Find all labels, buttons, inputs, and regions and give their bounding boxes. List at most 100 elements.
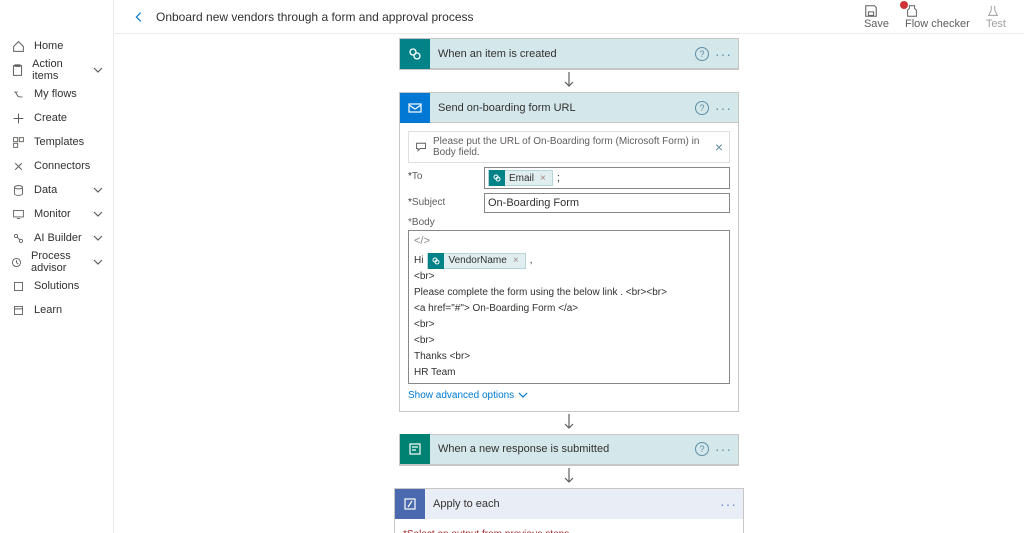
process-advisor-icon xyxy=(10,256,23,269)
sidebar-item-label: Connectors xyxy=(34,160,90,172)
sidebar-item-label: Monitor xyxy=(34,208,71,220)
sidebar-item-ai-builder[interactable]: AI Builder xyxy=(0,226,113,250)
sidebar-item-label: Action items xyxy=(32,58,85,82)
sidebar-item-home[interactable]: Home xyxy=(0,34,113,58)
apply-to-each-icon xyxy=(395,489,425,519)
step-when-item-created[interactable]: When an item is created ? ··· xyxy=(399,38,739,70)
comment-icon xyxy=(415,141,427,153)
body-line: HR Team xyxy=(414,365,724,381)
flow-checker-label: Flow checker xyxy=(905,18,970,30)
sidebar-item-process-advisor[interactable]: Process advisor xyxy=(0,250,113,274)
sidebar-item-my-flows[interactable]: My flows xyxy=(0,82,113,106)
step-title: When an item is created xyxy=(430,48,557,60)
save-button[interactable]: Save xyxy=(864,4,889,30)
more-icon[interactable]: ··· xyxy=(715,442,732,456)
more-icon[interactable]: ··· xyxy=(715,47,732,61)
sidebar-item-connectors[interactable]: Connectors xyxy=(0,154,113,178)
body-line: Thanks <br> xyxy=(414,349,724,365)
flow-arrow xyxy=(561,466,577,488)
token-remove-icon[interactable]: × xyxy=(511,253,521,269)
chevron-down-icon xyxy=(93,209,103,219)
clipboard-icon xyxy=(10,64,24,77)
step-title: Apply to each xyxy=(425,498,500,510)
sidebar-item-label: Process advisor xyxy=(31,250,85,274)
sidebar-item-label: Learn xyxy=(34,304,62,316)
sidebar: Home Action items My flows Create Templa… xyxy=(0,0,114,533)
back-arrow-icon[interactable] xyxy=(132,10,146,24)
sidebar-item-solutions[interactable]: Solutions xyxy=(0,274,113,298)
info-banner: Please put the URL of On-Boarding form (… xyxy=(408,131,730,163)
sidebar-item-learn[interactable]: Learn xyxy=(0,298,113,322)
chevron-down-icon xyxy=(93,257,103,267)
subject-value: On-Boarding Form xyxy=(488,197,579,209)
body-line: <a href="#"> On-Boarding Form </a> xyxy=(414,301,724,317)
sidebar-item-templates[interactable]: Templates xyxy=(0,130,113,154)
connectors-icon xyxy=(10,160,26,173)
sidebar-item-label: AI Builder xyxy=(34,232,82,244)
flow-arrow xyxy=(561,412,577,434)
more-icon[interactable]: ··· xyxy=(720,496,737,512)
help-icon[interactable]: ? xyxy=(695,47,709,61)
sidebar-item-label: Solutions xyxy=(34,280,79,292)
body-line: <br> xyxy=(414,333,724,349)
token-remove-icon[interactable]: × xyxy=(538,173,548,184)
body-editor[interactable]: </> Hi VendorName × , <br> xyxy=(408,230,730,384)
learn-icon xyxy=(10,304,26,317)
sidebar-item-label: My flows xyxy=(34,88,77,100)
step-title: Send on-boarding form URL xyxy=(430,102,576,114)
outlook-icon xyxy=(400,93,430,123)
sharepoint-token-icon xyxy=(428,253,444,269)
advanced-label: Show advanced options xyxy=(408,390,514,401)
step-when-new-response-submitted[interactable]: When a new response is submitted ? ··· xyxy=(399,434,739,466)
error-badge-dot xyxy=(900,1,908,9)
body-line: Please complete the form using the below… xyxy=(414,285,724,301)
sidebar-item-action-items[interactable]: Action items xyxy=(0,58,113,82)
to-field[interactable]: Email × ; xyxy=(484,167,730,189)
sidebar-item-label: Create xyxy=(34,112,67,124)
flow-icon xyxy=(10,88,26,101)
flow-canvas[interactable]: When an item is created ? ··· Send on-bo… xyxy=(114,34,1024,533)
flow-checker-button[interactable]: Flow checker xyxy=(905,4,970,30)
sidebar-item-create[interactable]: Create xyxy=(0,106,113,130)
save-label: Save xyxy=(864,18,889,30)
flow-arrow xyxy=(561,70,577,92)
sidebar-item-label: Data xyxy=(34,184,57,196)
flow-title: Onboard new vendors through a form and a… xyxy=(156,10,474,24)
sidebar-item-data[interactable]: Data xyxy=(0,178,113,202)
chevron-down-icon xyxy=(93,233,103,243)
body-hi: Hi xyxy=(414,253,423,269)
test-label: Test xyxy=(986,18,1006,30)
subject-label: Subject xyxy=(412,197,445,208)
sidebar-item-label: Templates xyxy=(34,136,84,148)
forms-icon xyxy=(400,434,430,464)
subject-field[interactable]: On-Boarding Form xyxy=(484,193,730,213)
chevron-down-icon xyxy=(93,185,103,195)
test-button[interactable]: Test xyxy=(986,4,1006,30)
data-icon xyxy=(10,184,26,197)
step-apply-to-each[interactable]: Apply to each ··· *Select an output from… xyxy=(394,488,744,533)
help-icon[interactable]: ? xyxy=(695,442,709,456)
show-advanced-options[interactable]: Show advanced options xyxy=(408,384,528,401)
vendorname-token[interactable]: VendorName × xyxy=(427,253,525,269)
to-label: To xyxy=(412,171,423,182)
email-token[interactable]: Email × xyxy=(488,170,553,186)
help-icon[interactable]: ? xyxy=(695,101,709,115)
step-send-onboarding-email[interactable]: Send on-boarding form URL ? ··· Please p… xyxy=(399,92,739,412)
token-label: Email xyxy=(509,173,534,184)
sidebar-item-monitor[interactable]: Monitor xyxy=(0,202,113,226)
home-icon xyxy=(10,40,26,53)
monitor-icon xyxy=(10,208,26,221)
close-icon[interactable]: × xyxy=(715,139,723,155)
chevron-down-icon xyxy=(518,390,528,400)
body-label: Body xyxy=(412,217,435,228)
to-suffix: ; xyxy=(557,172,560,184)
token-suffix: , xyxy=(530,253,533,269)
more-icon[interactable]: ··· xyxy=(715,101,732,115)
code-view-icon[interactable]: </> xyxy=(414,233,724,251)
sharepoint-icon xyxy=(400,39,430,69)
token-label: VendorName xyxy=(448,253,506,269)
body-line: <br> xyxy=(414,317,724,333)
plus-icon xyxy=(10,112,26,125)
ai-builder-icon xyxy=(10,232,26,245)
sharepoint-token-icon xyxy=(489,170,505,186)
